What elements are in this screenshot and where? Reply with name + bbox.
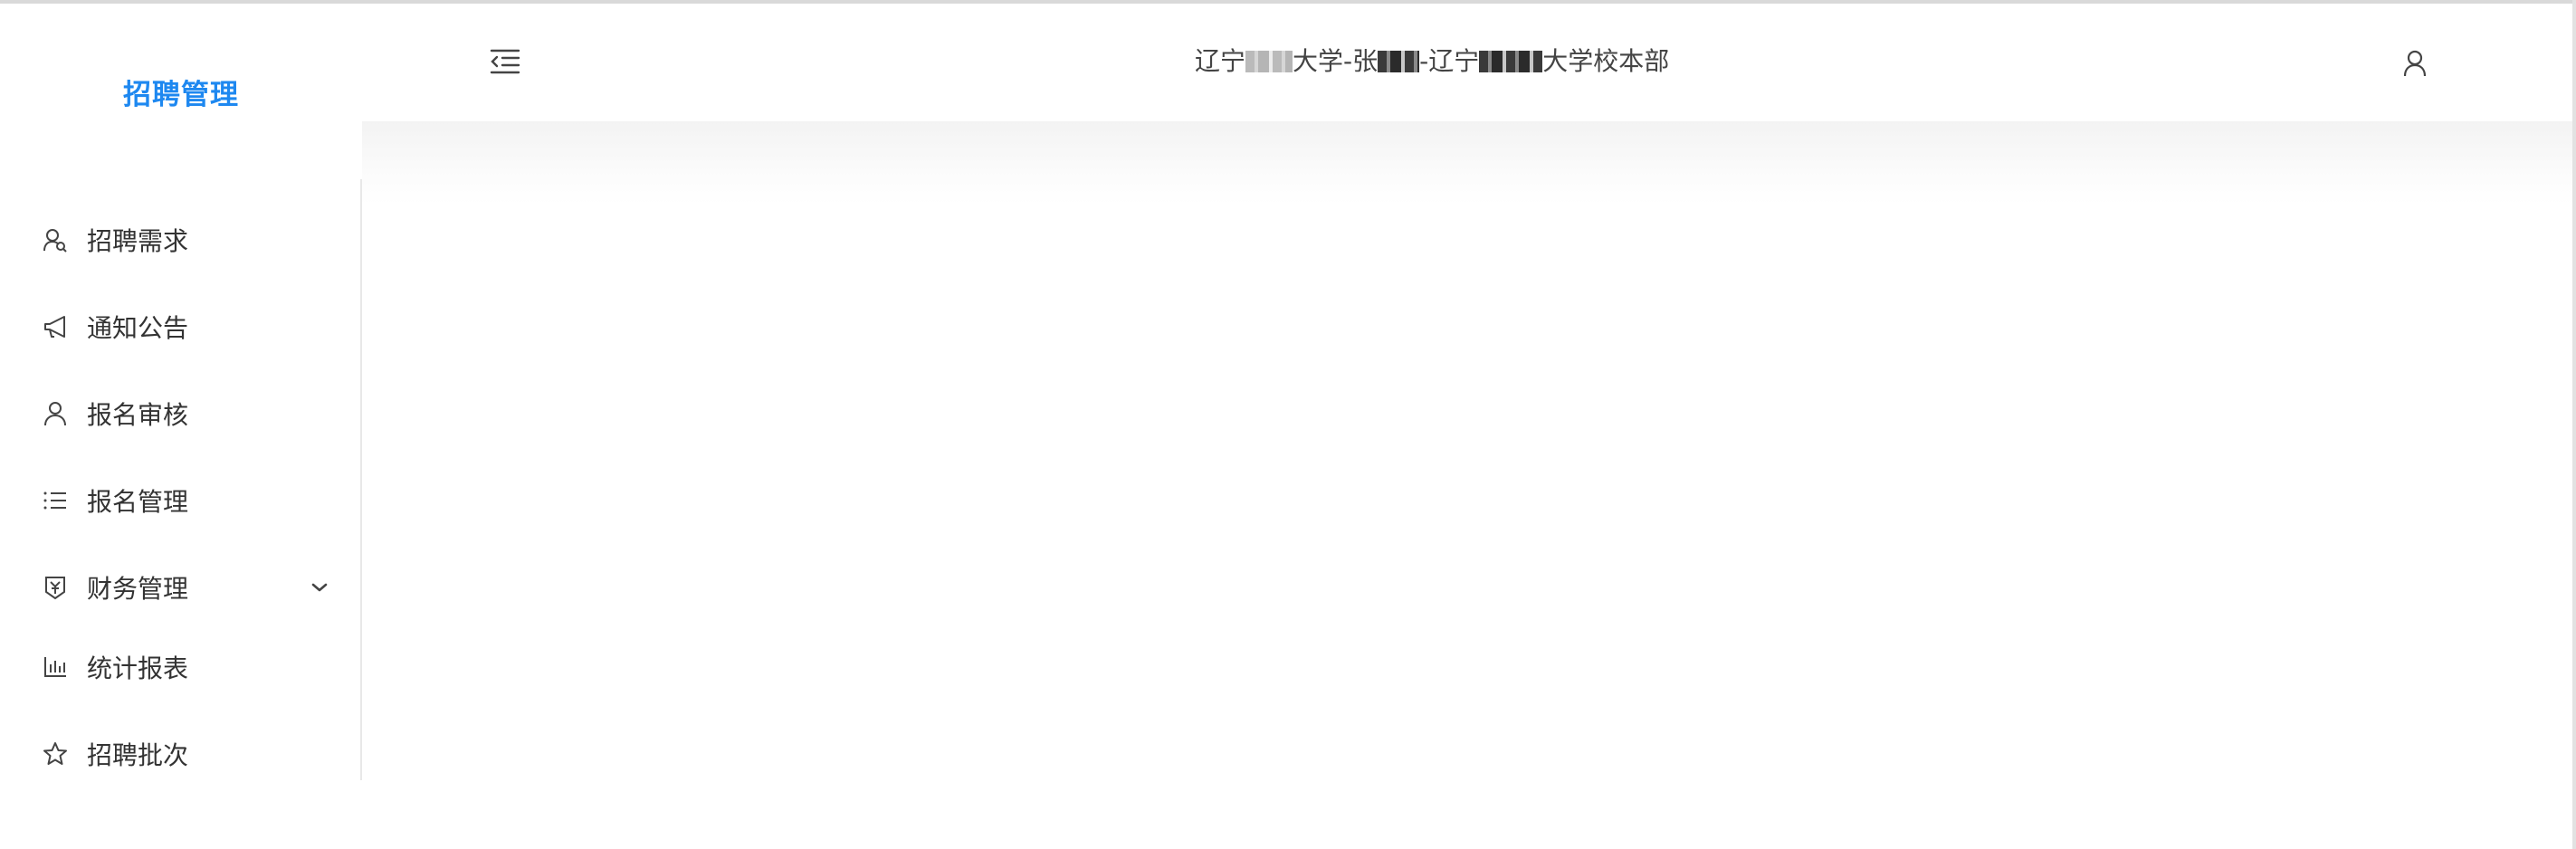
org-title-part3: -辽宁 xyxy=(1419,46,1480,76)
window-right-edge xyxy=(2572,0,2576,849)
sidebar-item-label: 报名审核 xyxy=(87,400,189,430)
header-shadow xyxy=(362,121,2572,205)
sidebar-item-label: 招聘批次 xyxy=(87,740,189,770)
top-header: 辽宁 大学-张 -辽宁 大学校本部 xyxy=(362,4,2572,121)
org-title-part4: 大学校本部 xyxy=(1542,46,1670,76)
megaphone-icon xyxy=(42,313,69,340)
org-title-part2: 大学-张 xyxy=(1293,46,1379,76)
yuan-shield-icon xyxy=(42,574,69,601)
star-icon xyxy=(42,740,69,768)
menu-fold-icon xyxy=(490,48,520,75)
user-icon xyxy=(2403,50,2427,77)
sidebar-item-finance[interactable]: 财务管理 xyxy=(0,547,360,628)
sidebar-toggle-button[interactable] xyxy=(487,43,523,80)
redacted-block xyxy=(1479,51,1543,72)
sidebar-item-statistics[interactable]: 统计报表 xyxy=(0,626,360,708)
recruit-user-icon xyxy=(42,226,69,253)
user-icon xyxy=(42,400,69,427)
org-title: 辽宁 大学-张 -辽宁 大学校本部 xyxy=(1195,45,1669,78)
sidebar-item-label: 招聘需求 xyxy=(87,226,189,256)
sidebar-item-recruit-demand[interactable]: 招聘需求 xyxy=(0,199,360,281)
app-logo-title: 招聘管理 xyxy=(123,78,239,111)
user-menu-button[interactable] xyxy=(2399,47,2431,80)
sidebar-item-label: 财务管理 xyxy=(87,574,189,604)
main-content xyxy=(362,205,2572,849)
sidebar: 招聘需求 通知公告 报名审核 报名管理 财务管理 统计报表 招聘批次 xyxy=(0,179,362,780)
sidebar-item-label: 统计报表 xyxy=(87,653,189,683)
org-title-part1: 辽宁 xyxy=(1195,46,1246,76)
sidebar-item-registration-management[interactable]: 报名管理 xyxy=(0,460,360,541)
list-icon xyxy=(42,487,69,514)
sidebar-item-label: 通知公告 xyxy=(87,313,189,343)
sidebar-item-registration-review[interactable]: 报名审核 xyxy=(0,373,360,454)
sidebar-item-recruit-batch[interactable]: 招聘批次 xyxy=(0,713,360,795)
bar-chart-icon xyxy=(42,653,69,681)
app-logo: 招聘管理 xyxy=(0,4,362,179)
redacted-block xyxy=(1245,51,1293,72)
sidebar-item-label: 报名管理 xyxy=(87,487,189,517)
redacted-block xyxy=(1378,51,1420,72)
sidebar-item-notices[interactable]: 通知公告 xyxy=(0,286,360,367)
chevron-down-icon xyxy=(308,576,331,599)
